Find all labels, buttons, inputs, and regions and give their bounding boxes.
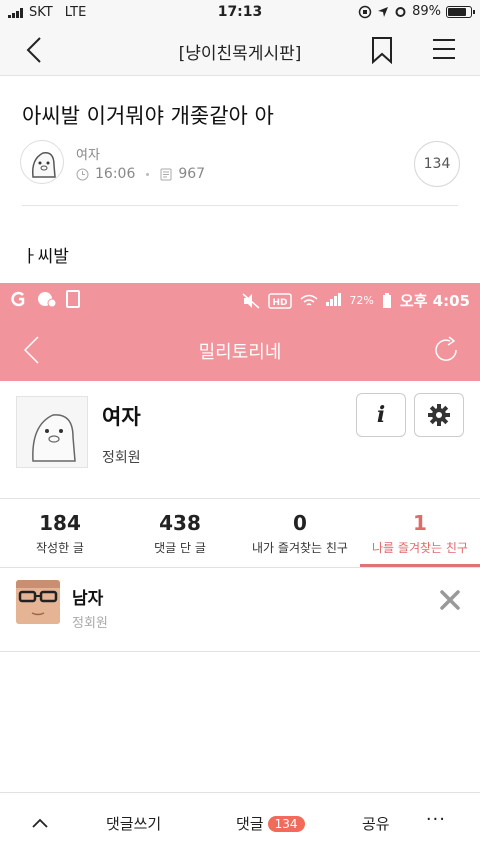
app-nav-bar: [냥이친목게시판] — [0, 26, 480, 76]
stat-label: 내가 즐겨찾는 친구 — [252, 541, 348, 555]
stat-label: 댓글 단 글 — [154, 541, 206, 555]
info-button: i — [356, 393, 406, 437]
embedded-status-bar: HD 72% 오후 4:05 — [0, 283, 480, 319]
svg-text:HD: HD — [273, 298, 288, 308]
embedded-stats: 184 작성한 글 438 댓글 단 글 0 내가 즐겨찾는 친구 1 나를 즐겨찾는 … — [0, 498, 480, 568]
embedded-battery-icon — [382, 292, 391, 308]
app-g-icon — [11, 291, 25, 307]
ghost-icon — [31, 152, 56, 178]
comments-badge: 134 — [267, 816, 305, 832]
embedded-battery-percent: 72% — [349, 294, 374, 307]
comments-label: 댓글 — [236, 815, 264, 833]
close-icon — [440, 590, 460, 610]
hd-icon: HD — [268, 292, 293, 309]
menu-icon[interactable] — [432, 38, 456, 60]
stat-posts: 184 작성한 글 — [0, 499, 120, 567]
post-title: 아씨발 이거뭐야 개좆같아 아 — [22, 104, 274, 128]
write-comment-button[interactable]: 댓글쓰기 — [106, 813, 161, 834]
location-icon — [378, 6, 389, 17]
stat-value: 438 — [159, 511, 201, 535]
friend-avatar — [16, 580, 60, 624]
bottom-toolbar: 댓글쓰기 댓글 134 공유 ··· — [0, 792, 480, 852]
face-photo — [16, 580, 60, 624]
post-meta: 16:06 967 — [76, 166, 205, 182]
post-views: 967 — [178, 166, 206, 182]
stat-label: 나를 즐겨찾는 친구 — [372, 541, 468, 555]
board-title: [냥이친목게시판] — [178, 44, 302, 64]
friend-grade: 정회원 — [72, 616, 108, 631]
stat-label: 작성한 글 — [36, 541, 84, 555]
post-time: 16:06 — [95, 166, 136, 182]
stat-following: 0 내가 즐겨찾는 친구 — [240, 499, 360, 567]
wifi-icon — [300, 294, 318, 306]
embedded-profile-name: 여자 — [102, 405, 141, 429]
stat-comments: 438 댓글 단 글 — [120, 499, 240, 567]
chevron-up-icon[interactable] — [30, 813, 50, 833]
chat-icon — [38, 292, 56, 308]
embedded-header: 밀리토리네 — [0, 319, 480, 381]
battery-icon — [446, 5, 475, 18]
gear-icon — [428, 404, 450, 426]
alarm-icon — [395, 7, 406, 17]
friend-list-item: 남자 정회원 — [0, 568, 480, 652]
embedded-profile-grade: 정회원 — [102, 450, 141, 466]
refresh-icon — [435, 336, 457, 361]
embedded-signal-icon — [326, 292, 342, 306]
author-avatar[interactable] — [20, 140, 64, 184]
views-icon — [160, 168, 172, 180]
post-author[interactable]: 여자 — [76, 144, 100, 163]
friend-name: 남자 — [72, 589, 104, 609]
embedded-title: 밀리토리네 — [198, 342, 282, 363]
comment-count-button[interactable]: 134 — [414, 141, 460, 187]
share-button[interactable]: 공유 — [362, 813, 390, 834]
stat-value: 0 — [293, 511, 307, 535]
orientation-lock-icon — [358, 5, 372, 18]
meta-separator — [146, 172, 150, 176]
more-button[interactable]: ··· — [426, 809, 446, 830]
stat-value: 1 — [413, 511, 427, 535]
embedded-screenshot[interactable]: HD 72% 오후 4:05 밀리토리네 여자 정회원 i 184 작성한 글 4… — [0, 283, 480, 652]
status-bar: SKT LTE 17:13 89% — [0, 0, 480, 26]
bookmark-icon[interactable] — [370, 36, 394, 64]
mute-icon — [242, 292, 260, 309]
comments-button[interactable]: 댓글 134 — [236, 813, 305, 834]
divider — [22, 205, 458, 206]
ghost-icon — [32, 414, 76, 462]
stat-value: 184 — [39, 511, 81, 535]
stat-followers: 1 나를 즐겨찾는 친구 — [360, 499, 480, 567]
embedded-profile: 여자 정회원 i — [0, 381, 480, 498]
post-body: ㅏ씨발 — [22, 247, 69, 267]
settings-button — [414, 393, 464, 437]
embedded-status-time: 오후 4:05 — [399, 292, 470, 310]
embedded-profile-picture — [16, 396, 88, 468]
image-icon — [66, 290, 80, 308]
clock-icon — [76, 168, 89, 180]
battery-percent: 89% — [412, 4, 441, 19]
